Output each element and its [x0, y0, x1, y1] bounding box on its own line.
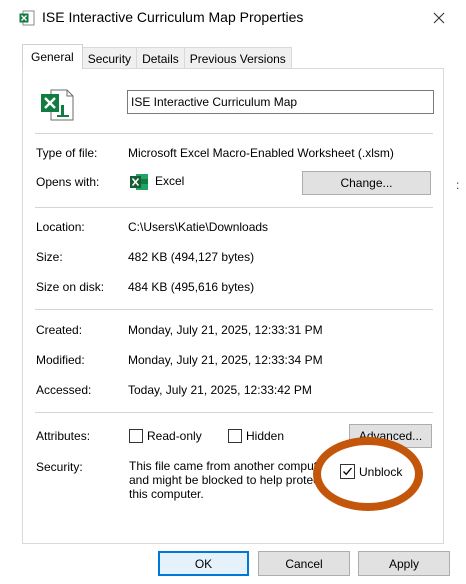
tab-security[interactable]: Security — [81, 47, 138, 69]
separator — [35, 309, 433, 310]
created-value: Monday, July 21, 2025, 12:33:31 PM — [128, 323, 323, 337]
hidden-checkbox-label: Hidden — [246, 429, 285, 443]
hidden-checkbox[interactable]: Hidden — [228, 429, 284, 443]
accessed-value: Today, July 21, 2025, 12:33:42 PM — [128, 383, 312, 397]
checkmark-icon — [343, 467, 352, 476]
security-label: Security: — [36, 460, 83, 474]
excel-file-icon — [41, 89, 74, 121]
size-on-disk-label: Size on disk: — [36, 280, 105, 294]
side-handle-mark: : — [456, 178, 460, 192]
modified-label: Modified: — [36, 353, 85, 367]
created-label: Created: — [36, 323, 83, 337]
close-icon — [433, 12, 445, 24]
readonly-checkbox-box[interactable] — [129, 429, 143, 443]
attributes-label: Attributes: — [36, 429, 91, 443]
location-value: C:\Users\Katie\Downloads — [128, 220, 269, 234]
title-bar: ISE Interactive Curriculum Map Propertie… — [0, 0, 466, 36]
opens-with-app: Excel — [155, 174, 185, 188]
size-label: Size: — [36, 250, 63, 264]
excel-title-icon — [19, 10, 35, 26]
unblock-checkbox-box[interactable] — [340, 464, 355, 479]
file-name-input[interactable] — [127, 90, 434, 114]
hidden-checkbox-box[interactable] — [228, 429, 242, 443]
size-on-disk-value: 484 KB (495,616 bytes) — [128, 280, 255, 294]
unblock-checkbox-label: Unblock — [359, 464, 403, 479]
type-of-file-label: Type of file: — [36, 146, 98, 160]
type-of-file-value: Microsoft Excel Macro-Enabled Worksheet … — [128, 146, 394, 160]
accessed-label: Accessed: — [36, 383, 92, 397]
ok-button[interactable]: OK — [158, 551, 249, 576]
cancel-button[interactable]: Cancel — [258, 551, 350, 576]
separator — [35, 133, 433, 134]
readonly-checkbox-label: Read-only — [147, 429, 202, 443]
tab-previous-versions[interactable]: Previous Versions — [183, 47, 292, 69]
close-button[interactable] — [424, 4, 454, 32]
modified-value: Monday, July 21, 2025, 12:33:34 PM — [128, 353, 323, 367]
tab-details[interactable]: Details — [136, 47, 185, 69]
tab-general[interactable]: General — [22, 44, 83, 69]
separator — [35, 412, 433, 413]
location-label: Location: — [36, 220, 85, 234]
separator — [35, 207, 433, 208]
window-title: ISE Interactive Curriculum Map Propertie… — [42, 9, 304, 25]
readonly-checkbox[interactable]: Read-only — [129, 429, 202, 443]
tab-strip: General Security Details Previous Versio… — [22, 44, 292, 69]
opens-with-label: Opens with: — [36, 175, 100, 189]
change-button[interactable]: Change... — [302, 171, 431, 195]
security-message: This file came from another computer and… — [129, 459, 328, 501]
size-value: 482 KB (494,127 bytes) — [128, 250, 255, 264]
unblock-checkbox[interactable]: Unblock — [340, 464, 402, 479]
apply-button[interactable]: Apply — [358, 551, 450, 576]
excel-app-icon — [130, 174, 148, 190]
